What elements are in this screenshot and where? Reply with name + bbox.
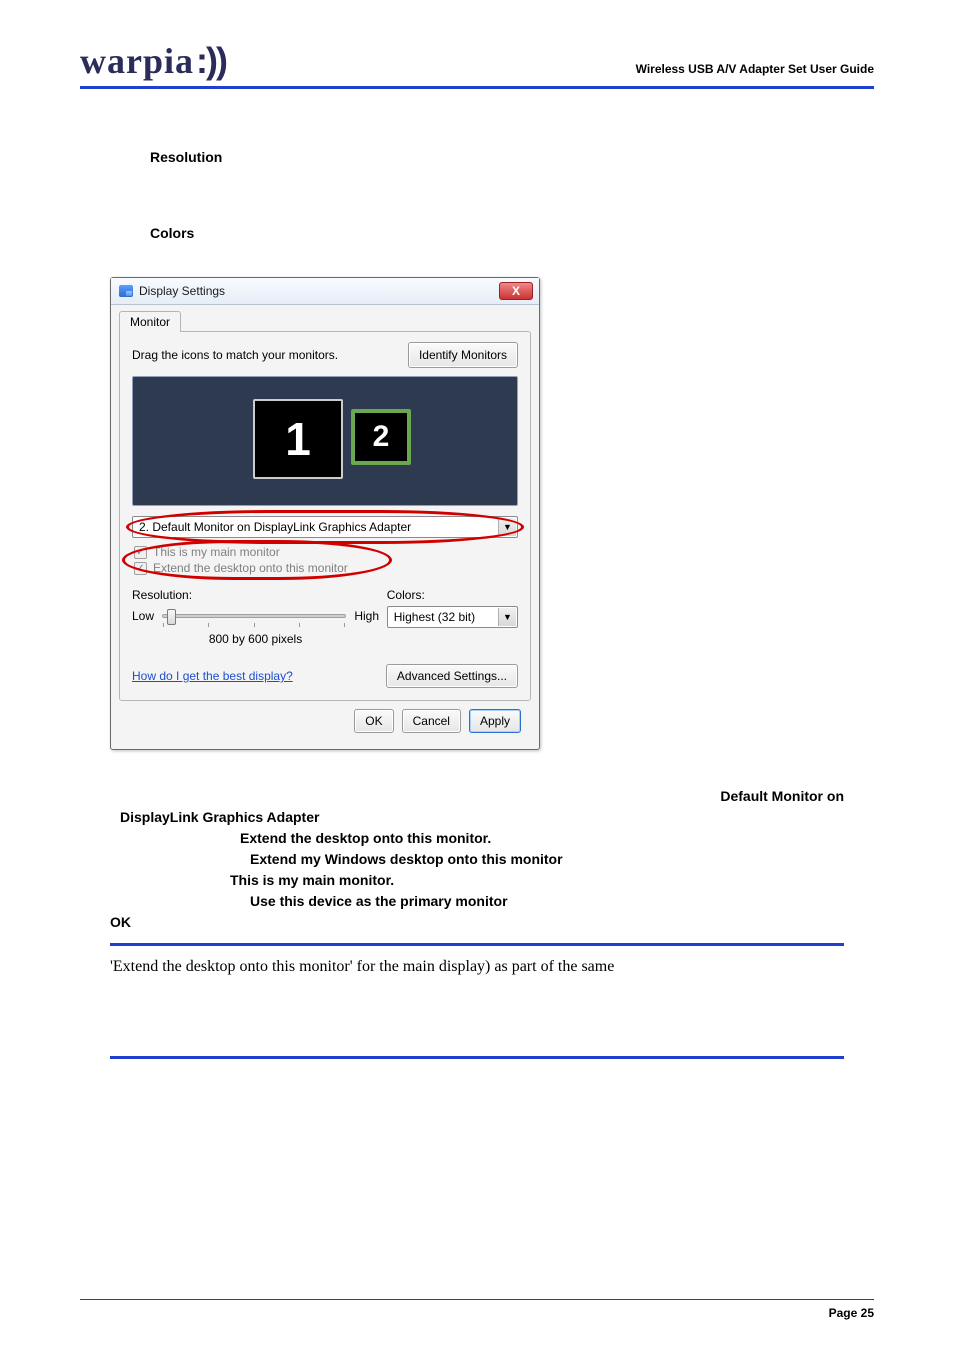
colors-value: Highest (32 bit)	[394, 610, 475, 624]
page-header: warpia:)) Wireless USB A/V Adapter Set U…	[80, 40, 874, 82]
extend-desktop-label: Extend the desktop onto this monitor	[153, 561, 348, 575]
advanced-settings-button[interactable]: Advanced Settings...	[386, 664, 518, 688]
main-monitor-checkbox-row: ✓ This is my main monitor	[134, 544, 518, 560]
instruction-extend-desktop: Extend the desktop onto this monitor.	[240, 828, 844, 849]
close-button[interactable]: X	[499, 282, 533, 300]
doc-title: Wireless USB A/V Adapter Set User Guide	[636, 62, 874, 82]
colors-dropdown[interactable]: Highest (32 bit) ▼	[387, 606, 518, 628]
help-link[interactable]: How do I get the best display?	[132, 669, 293, 683]
cancel-button[interactable]: Cancel	[402, 709, 461, 733]
brand-logo: warpia:))	[80, 40, 226, 82]
dialog-titlebar: Display Settings X	[111, 278, 539, 305]
page-body: Resolution Colors Display Settings X Mon…	[80, 89, 874, 1059]
tab-panel: Drag the icons to match your monitors. I…	[119, 331, 531, 701]
chevron-down-icon[interactable]: ▼	[498, 518, 516, 536]
monitor-select-value: 2. Default Monitor on DisplayLink Graphi…	[139, 520, 411, 534]
resolution-slider[interactable]: Low High	[132, 606, 379, 626]
instruction-main-monitor: This is my main monitor.	[230, 870, 844, 891]
divider-thick-2	[110, 1056, 844, 1059]
footer-rule	[80, 1299, 874, 1300]
divider-thick	[110, 943, 844, 946]
main-monitor-checkbox[interactable]: ✓	[134, 546, 147, 559]
colors-heading: Colors	[150, 225, 844, 241]
dialog-title: Display Settings	[139, 284, 225, 298]
extend-desktop-checkbox-row: ✓ Extend the desktop onto this monitor	[134, 560, 518, 576]
identify-monitors-button[interactable]: Identify Monitors	[408, 342, 518, 368]
tab-monitor[interactable]: Monitor	[119, 311, 181, 332]
instruction-use-device: Use this device as the primary monitor	[250, 891, 844, 912]
monitor-2-icon[interactable]: 2	[351, 409, 411, 465]
brand-name: warpia	[80, 41, 194, 81]
monitor-select-dropdown[interactable]: 2. Default Monitor on DisplayLink Graphi…	[132, 516, 518, 538]
slider-high-label: High	[354, 609, 379, 623]
display-settings-dialog: Display Settings X Monitor Drag the icon…	[110, 277, 540, 750]
resolution-label: Resolution:	[132, 588, 379, 602]
display-settings-icon	[119, 285, 133, 297]
extend-desktop-checkbox[interactable]: ✓	[134, 562, 147, 575]
dialog-screenshot: Display Settings X Monitor Drag the icon…	[110, 277, 844, 750]
note-text: 'Extend the desktop onto this monitor' f…	[110, 958, 844, 976]
colors-label: Colors:	[387, 588, 518, 602]
instruction-block: Default Monitor on DisplayLink Graphics …	[110, 786, 844, 933]
instruction-ok: OK	[86, 912, 844, 933]
resolution-value: 800 by 600 pixels	[132, 632, 379, 646]
instruction-adapter: DisplayLink Graphics Adapter	[120, 807, 844, 828]
page-footer: Page 25	[80, 1299, 874, 1320]
dialog-button-row: OK Cancel Apply	[119, 701, 531, 741]
drag-instruction: Drag the icons to match your monitors.	[132, 348, 338, 362]
resolution-heading: Resolution	[150, 149, 844, 165]
brand-waves-icon: :))	[196, 40, 226, 81]
main-monitor-label: This is my main monitor	[153, 545, 280, 559]
page-number: Page 25	[80, 1306, 874, 1320]
monitor-layout-area[interactable]: 1 2	[132, 376, 518, 506]
apply-button[interactable]: Apply	[469, 709, 521, 733]
ok-button[interactable]: OK	[354, 709, 393, 733]
monitor-1-icon[interactable]: 1	[253, 399, 343, 479]
instruction-default-monitor: Default Monitor on	[720, 786, 844, 807]
slider-low-label: Low	[132, 609, 154, 623]
slider-track[interactable]	[162, 614, 346, 618]
instruction-extend-my-windows: Extend my Windows desktop onto this moni…	[250, 849, 844, 870]
chevron-down-icon[interactable]: ▼	[498, 608, 516, 626]
